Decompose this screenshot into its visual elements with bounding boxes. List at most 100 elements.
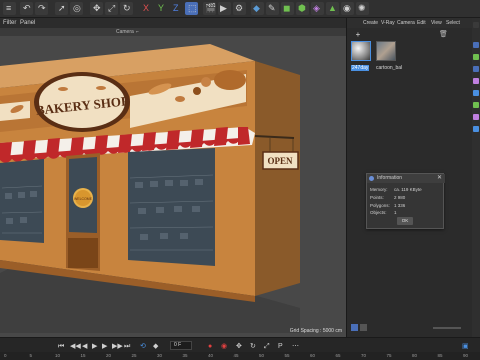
material-label-2: cartoon_bal <box>376 65 403 71</box>
material-swatch-1[interactable] <box>351 41 371 61</box>
timeline-tick: 85 <box>437 353 443 358</box>
menu-select[interactable]: Select <box>446 18 460 28</box>
timeline-tick: 65 <box>335 353 341 358</box>
menu-vray[interactable]: V-Ray <box>381 18 395 28</box>
zoom-slider[interactable] <box>433 327 461 329</box>
door-sign-text: WELCOME <box>74 197 93 201</box>
menu-create[interactable]: Create <box>363 18 378 28</box>
timeline-tick: 45 <box>233 353 239 358</box>
main-toolbar: ≡ ↶ ↷ ➚ ◎ ✥ ⤢ ↻ X Y Z ⬚ 🎬 ▶ ⚙ ◆ ✎ ◼ ⬢ ◈ … <box>0 0 480 18</box>
key-scale-icon[interactable]: ⤢ <box>264 342 270 351</box>
close-icon[interactable]: ✕ <box>437 174 442 183</box>
coordinates-tab-icon[interactable] <box>473 102 479 108</box>
go-to-start-icon[interactable]: ⏮ <box>58 342 64 351</box>
key-mode-icon[interactable]: ◆ <box>153 342 158 351</box>
axis-z-icon[interactable]: Z <box>170 2 183 15</box>
cube-icon[interactable]: ◆ <box>251 2 264 15</box>
menu-camera[interactable]: Camera <box>397 18 415 28</box>
points-value: 2 980 <box>394 195 406 200</box>
next-frame-icon[interactable]: ▶ <box>102 342 107 351</box>
c4d-window: ≡ ↶ ↷ ➚ ◎ ✥ ⤢ ↻ X Y Z ⬚ 🎬 ▶ ⚙ ◆ ✎ ◼ ⬢ ◈ … <box>0 0 480 360</box>
attribute-strip <box>472 18 480 337</box>
play-icon[interactable]: ▶ <box>92 342 97 351</box>
previous-frame-icon[interactable]: ◀ <box>82 342 87 351</box>
render-settings-icon[interactable]: ⚙ <box>233 2 246 15</box>
attributes-tab-icon[interactable] <box>473 66 479 72</box>
layers-tab-icon[interactable] <box>473 54 479 60</box>
loop-icon[interactable]: ⟲ <box>140 342 146 351</box>
deformer-icon[interactable]: ◈ <box>311 2 324 15</box>
viewport-menu: Filter Panel <box>0 18 346 28</box>
axis-y-icon[interactable]: Y <box>155 2 168 15</box>
timeline-ruler[interactable]: 0 5 10 15 20 25 30 35 40 45 50 55 60 65 70 75 80 85 90 <box>0 352 480 360</box>
menu-edit[interactable]: Edit <box>417 18 426 28</box>
menu-view[interactable]: View <box>431 18 442 28</box>
redo-icon[interactable]: ↷ <box>35 2 48 15</box>
go-to-end-icon[interactable]: ⏭ <box>124 342 130 351</box>
menu-icon[interactable]: ≡ <box>3 2 16 15</box>
material-swatch-2[interactable] <box>376 41 396 61</box>
camera-object-icon[interactable]: ◉ <box>341 2 354 15</box>
next-key-icon[interactable]: ▶▶ <box>112 342 123 351</box>
live-select-icon[interactable]: ◎ <box>70 2 83 15</box>
objects-label: Objects: <box>370 210 387 215</box>
dialog-titlebar[interactable]: Information ✕ <box>367 174 445 183</box>
timeline-tick: 0 <box>4 353 7 358</box>
polygons-label: Polygons: <box>370 203 390 208</box>
key-rotation-icon[interactable]: ↻ <box>250 342 256 351</box>
timeline-settings-icon[interactable]: ▣ <box>462 342 469 351</box>
cloner-icon[interactable]: ⬢ <box>296 2 309 15</box>
spline-pen-icon[interactable]: ✎ <box>266 2 279 15</box>
autokey-icon[interactable]: ◉ <box>221 342 227 351</box>
takes-tab-icon[interactable] <box>473 42 479 48</box>
axis-x-icon[interactable]: X <box>140 2 153 15</box>
objects-tab-icon[interactable] <box>473 22 479 28</box>
key-position-icon[interactable]: ✥ <box>236 342 242 351</box>
timeline-tick: 10 <box>55 353 61 358</box>
undo-icon[interactable]: ↶ <box>20 2 33 15</box>
key-param-icon[interactable]: P <box>278 342 283 351</box>
list-mode-icon[interactable] <box>360 324 367 331</box>
scale-tool-icon[interactable]: ⤢ <box>105 2 118 15</box>
previous-key-icon[interactable]: ◀◀ <box>70 342 81 351</box>
render-picture-viewer-icon[interactable]: ▶ <box>218 2 231 15</box>
viewport[interactable]: Camera ⌐ BAKERY SHOP WELCOME OPEN Grid S… <box>0 28 346 337</box>
record-icon[interactable]: ● <box>208 342 212 351</box>
menu-panel[interactable]: Panel <box>20 18 35 28</box>
timeline-tick: 25 <box>131 353 137 358</box>
memory-label: Memory: <box>370 187 388 192</box>
environment-icon[interactable]: ▲ <box>326 2 339 15</box>
ok-button[interactable]: OK <box>397 217 413 225</box>
light-object-icon[interactable]: ✺ <box>356 2 369 15</box>
add-material-button[interactable]: + <box>353 30 363 39</box>
scene-nodes-icon[interactable] <box>473 114 479 120</box>
frame-input[interactable]: 0 F <box>170 341 192 350</box>
info-icon <box>369 176 374 181</box>
extra-tab-icon[interactable] <box>473 126 479 132</box>
timeline-tick: 80 <box>412 353 418 358</box>
timeline-tick: 30 <box>157 353 163 358</box>
view-mode-icon[interactable] <box>351 324 358 331</box>
menu-filter[interactable]: Filter <box>3 18 16 28</box>
timeline-tick: 60 <box>310 353 316 358</box>
timeline-tick: 50 <box>259 353 265 358</box>
information-dialog: Information ✕ Memory: ca. 119 KByte Poin… <box>366 173 445 229</box>
dialog-title: Information <box>377 175 403 181</box>
coordinate-system-icon[interactable]: ⬚ <box>185 2 198 15</box>
open-sign-text: OPEN <box>267 156 293 166</box>
timeline-tick: 35 <box>182 353 188 358</box>
timeline-tick: 75 <box>386 353 392 358</box>
key-point-icon[interactable]: ⋯ <box>292 342 299 351</box>
subdivision-icon[interactable]: ◼ <box>281 2 294 15</box>
timeline-tick: 5 <box>29 353 33 358</box>
timeline-tick: 70 <box>361 353 367 358</box>
rotate-tool-icon[interactable]: ↻ <box>120 2 133 15</box>
timeline-tick: 20 <box>106 353 112 358</box>
structure-tab-icon[interactable] <box>473 90 479 96</box>
trash-icon[interactable]: 🗑 <box>439 30 448 38</box>
content-browser-icon[interactable] <box>473 78 479 84</box>
polygons-value: 1 336 <box>394 203 406 208</box>
render-view-icon[interactable]: 🎬 <box>203 2 216 15</box>
select-tool-icon[interactable]: ➚ <box>55 2 68 15</box>
move-tool-icon[interactable]: ✥ <box>90 2 103 15</box>
